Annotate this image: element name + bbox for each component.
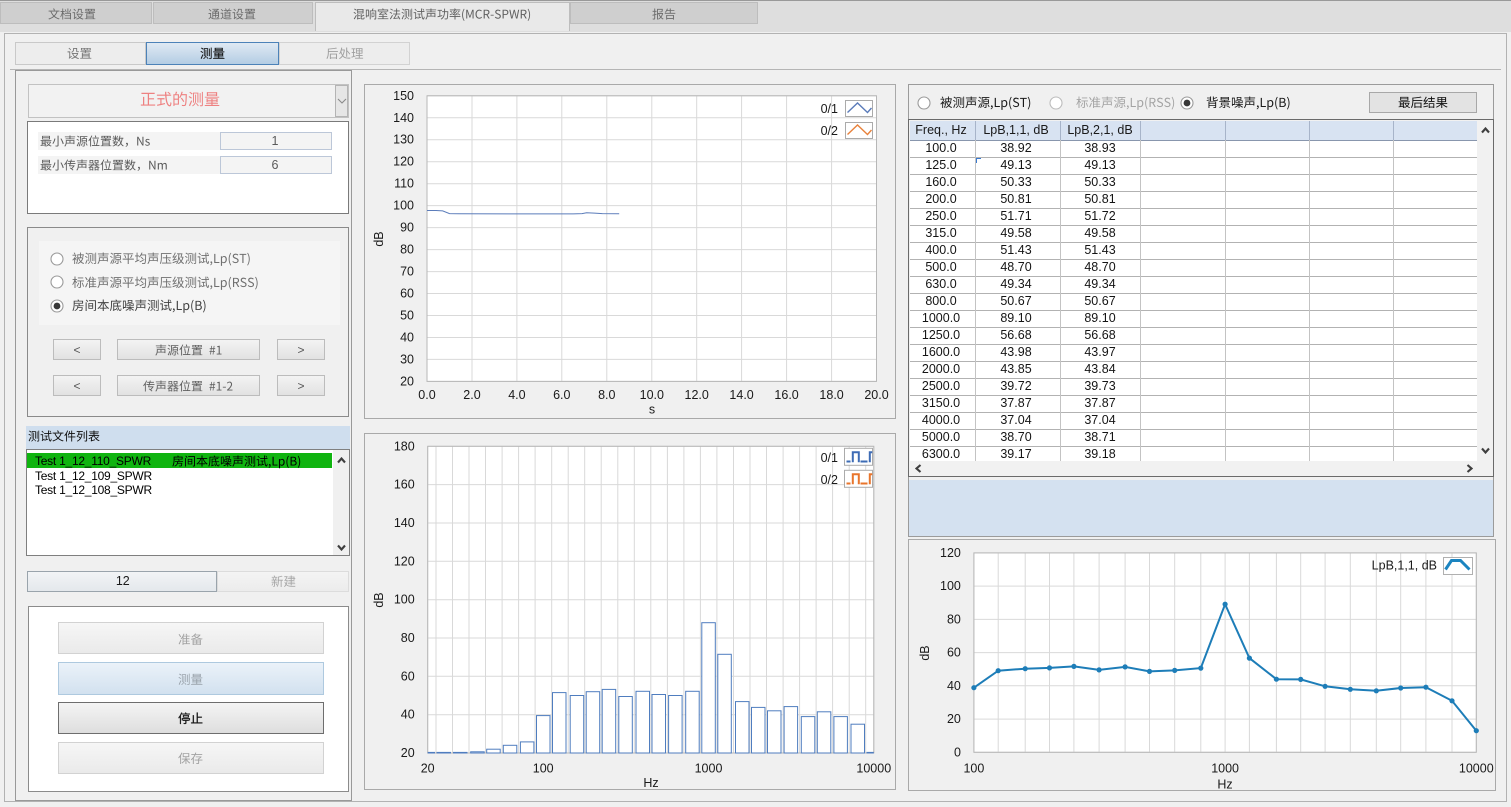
svg-text:0/1: 0/1 [821, 102, 838, 116]
svg-text:120: 120 [940, 546, 961, 560]
svg-text:120: 120 [394, 554, 415, 568]
svg-text:10.0: 10.0 [640, 388, 664, 402]
svg-text:180: 180 [394, 439, 415, 453]
svg-text:110: 110 [394, 177, 414, 191]
svg-text:10000: 10000 [1459, 761, 1494, 775]
svg-text:60: 60 [401, 669, 415, 683]
svg-text:8.0: 8.0 [598, 388, 615, 402]
svg-text:30: 30 [400, 352, 414, 366]
svg-text:0/2: 0/2 [821, 473, 838, 487]
svg-text:160: 160 [394, 478, 415, 492]
svg-text:80: 80 [947, 612, 961, 626]
svg-text:20: 20 [400, 374, 414, 388]
svg-text:80: 80 [400, 243, 414, 257]
svg-text:50: 50 [400, 309, 414, 323]
svg-text:12.0: 12.0 [685, 388, 709, 402]
svg-text:0.0: 0.0 [418, 388, 435, 402]
svg-text:60: 60 [947, 646, 961, 660]
svg-text:1000: 1000 [695, 762, 723, 776]
svg-text:100: 100 [940, 579, 961, 593]
svg-text:14.0: 14.0 [729, 388, 753, 402]
svg-text:40: 40 [947, 679, 961, 693]
svg-text:40: 40 [401, 708, 415, 722]
svg-text:130: 130 [393, 133, 414, 147]
svg-text:0/2: 0/2 [821, 124, 838, 138]
svg-text:100: 100 [393, 199, 414, 213]
svg-text:70: 70 [400, 265, 414, 279]
svg-text:20.0: 20.0 [864, 388, 888, 402]
svg-text:20: 20 [401, 746, 415, 760]
svg-text:LpB,1,1, dB: LpB,1,1, dB [1372, 559, 1437, 573]
svg-text:4.0: 4.0 [508, 388, 525, 402]
svg-text:dB: dB [918, 645, 932, 660]
svg-text:60: 60 [400, 287, 414, 301]
svg-text:140: 140 [393, 111, 414, 125]
svg-text:dB: dB [372, 231, 386, 246]
svg-text:Hz: Hz [643, 776, 658, 790]
svg-text:100: 100 [533, 762, 554, 776]
svg-text:6.0: 6.0 [553, 388, 570, 402]
svg-text:s: s [649, 402, 655, 416]
svg-text:120: 120 [393, 155, 414, 169]
svg-text:1000: 1000 [1211, 761, 1239, 775]
svg-text:18.0: 18.0 [819, 388, 843, 402]
svg-text:2.0: 2.0 [463, 388, 480, 402]
svg-text:16.0: 16.0 [774, 388, 798, 402]
svg-text:10000: 10000 [856, 762, 891, 776]
svg-text:20: 20 [421, 762, 435, 776]
svg-text:100: 100 [394, 593, 415, 607]
svg-text:140: 140 [394, 516, 415, 530]
svg-text:dB: dB [372, 592, 386, 607]
svg-text:150: 150 [393, 89, 414, 103]
svg-text:80: 80 [401, 631, 415, 645]
svg-text:100: 100 [963, 761, 984, 775]
svg-text:0/1: 0/1 [821, 451, 838, 465]
svg-text:40: 40 [400, 331, 414, 345]
svg-text:Hz: Hz [1217, 777, 1232, 791]
svg-text:20: 20 [947, 712, 961, 726]
svg-text:0: 0 [954, 745, 961, 759]
svg-text:90: 90 [400, 221, 414, 235]
